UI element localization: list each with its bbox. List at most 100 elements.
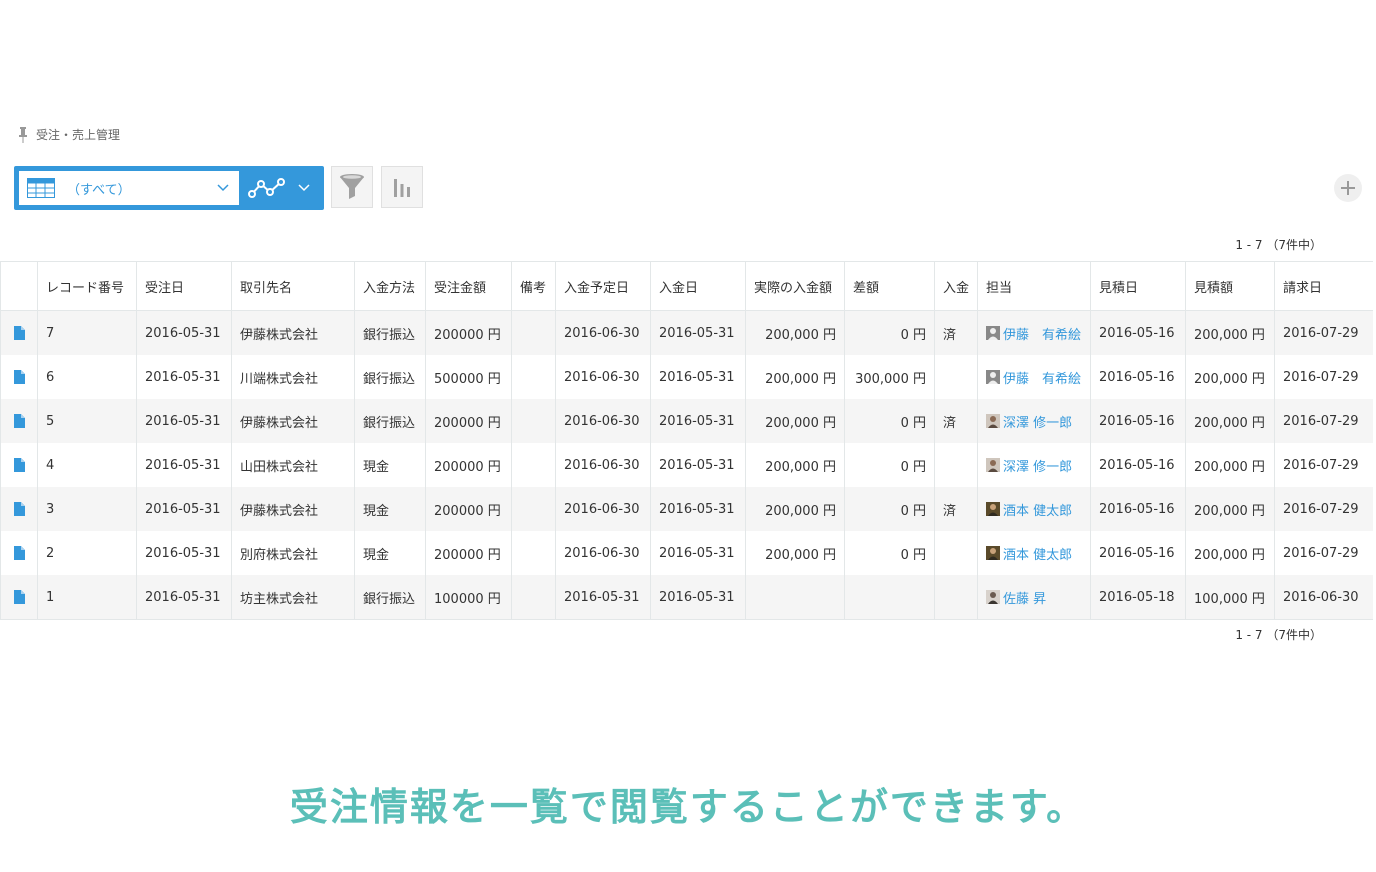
- view-selector: （すべて）: [14, 166, 324, 210]
- record-detail-cell[interactable]: [0, 531, 38, 575]
- pagination-bottom: 1 - 7 （7件中）: [1235, 628, 1322, 642]
- avatar: [986, 546, 1000, 560]
- breadcrumb: 受注・売上管理: [18, 126, 120, 143]
- estimate-amount: 200,000 円: [1185, 355, 1275, 399]
- order-amount: 200000 円: [425, 310, 512, 355]
- column-header[interactable]: 入金日: [650, 261, 746, 311]
- table-header-row: レコード番号 受注日 取引先名 入金方法 受注金額 備考 入金予定日 入金日 実…: [0, 261, 1373, 311]
- estimate-date: 2016-05-16: [1090, 487, 1186, 531]
- note: [511, 531, 556, 575]
- column-header[interactable]: 入金: [934, 261, 978, 311]
- note: [511, 310, 556, 355]
- actual-payment: 200,000 円: [745, 355, 845, 399]
- assignee-cell: 伊藤 有希絵: [977, 310, 1091, 355]
- record-detail-cell[interactable]: [0, 575, 38, 620]
- document-icon[interactable]: [13, 370, 25, 384]
- avatar: [986, 590, 1000, 604]
- invoice-date: 2016-07-29: [1274, 487, 1373, 531]
- actual-payment: 200,000 円: [745, 443, 845, 487]
- payment-status: 済: [934, 399, 978, 443]
- record-detail-cell[interactable]: [0, 310, 38, 355]
- payment-date: 2016-05-31: [650, 487, 746, 531]
- assignee-name: 佐藤 昇: [1003, 591, 1047, 607]
- record-number: 7: [37, 310, 137, 355]
- table-row: 6 2016-05-31 川端株式会社 銀行振込 500000 円 2016-0…: [0, 355, 1373, 399]
- record-detail-cell[interactable]: [0, 399, 38, 443]
- payment-status: [934, 531, 978, 575]
- order-date: 2016-05-31: [136, 487, 232, 531]
- graph-chevron-down-icon[interactable]: [298, 184, 310, 192]
- chevron-down-icon: [217, 184, 229, 192]
- column-header[interactable]: レコード番号: [37, 261, 137, 311]
- document-icon[interactable]: [13, 546, 25, 560]
- assignee-name: 酒本 健太郎: [1003, 547, 1073, 563]
- estimate-amount: 200,000 円: [1185, 310, 1275, 355]
- payment-due-date: 2016-05-31: [555, 575, 651, 620]
- column-header[interactable]: 請求日: [1274, 261, 1373, 311]
- estimate-amount: 100,000 円: [1185, 575, 1275, 620]
- document-icon[interactable]: [13, 414, 25, 428]
- document-icon[interactable]: [13, 502, 25, 516]
- estimate-amount: 200,000 円: [1185, 531, 1275, 575]
- graph-button[interactable]: [381, 166, 423, 208]
- payment-date: 2016-05-31: [650, 355, 746, 399]
- actual-payment: 200,000 円: [745, 487, 845, 531]
- payment-due-date: 2016-06-30: [555, 531, 651, 575]
- column-header[interactable]: 実際の入金額: [745, 261, 845, 311]
- user-link[interactable]: 深澤 修一郎: [986, 412, 1082, 431]
- estimate-date: 2016-05-18: [1090, 575, 1186, 620]
- record-detail-cell[interactable]: [0, 443, 38, 487]
- note: [511, 355, 556, 399]
- column-header[interactable]: 差額: [844, 261, 935, 311]
- assignee-cell: 酒本 健太郎: [977, 531, 1091, 575]
- payment-date: 2016-05-31: [650, 310, 746, 355]
- user-link[interactable]: 佐藤 昇: [986, 588, 1082, 607]
- document-icon[interactable]: [13, 458, 25, 472]
- view-dropdown[interactable]: （すべて）: [19, 171, 239, 205]
- avatar: [986, 370, 1000, 384]
- column-header[interactable]: 受注日: [136, 261, 232, 311]
- document-icon[interactable]: [13, 326, 25, 340]
- difference: 0 円: [844, 399, 935, 443]
- add-record-button[interactable]: [1334, 174, 1362, 202]
- app-name[interactable]: 受注・売上管理: [36, 126, 120, 143]
- assignee-name: 伊藤 有希絵: [1003, 371, 1082, 387]
- estimate-date: 2016-05-16: [1090, 355, 1186, 399]
- column-header[interactable]: 入金方法: [354, 261, 426, 311]
- record-number: 5: [37, 399, 137, 443]
- user-link[interactable]: 伊藤 有希絵: [986, 324, 1082, 343]
- graph-view-icon[interactable]: [248, 177, 286, 199]
- table-view-icon: [27, 178, 55, 198]
- user-link[interactable]: 酒本 健太郎: [986, 500, 1082, 519]
- client-name: 伊藤株式会社: [231, 399, 355, 443]
- view-label: （すべて）: [67, 182, 131, 198]
- assignee-cell: 伊藤 有希絵: [977, 355, 1091, 399]
- order-date: 2016-05-31: [136, 443, 232, 487]
- column-header[interactable]: 入金予定日: [555, 261, 651, 311]
- document-icon[interactable]: [13, 590, 25, 604]
- record-detail-cell[interactable]: [0, 355, 38, 399]
- table-row: 1 2016-05-31 坊主株式会社 銀行振込 100000 円 2016-0…: [0, 575, 1373, 620]
- user-link[interactable]: 伊藤 有希絵: [986, 368, 1082, 387]
- estimate-amount: 200,000 円: [1185, 487, 1275, 531]
- column-header[interactable]: 見積日: [1090, 261, 1186, 311]
- assignee-cell: 佐藤 昇: [977, 575, 1091, 620]
- column-header[interactable]: 担当: [977, 261, 1091, 311]
- column-header[interactable]: 受注金額: [425, 261, 512, 311]
- note: [511, 443, 556, 487]
- column-header[interactable]: 備考: [511, 261, 556, 311]
- filter-button[interactable]: [331, 166, 373, 208]
- pin-icon[interactable]: [18, 126, 28, 143]
- user-link[interactable]: 深澤 修一郎: [986, 456, 1082, 475]
- user-link[interactable]: 酒本 健太郎: [986, 544, 1082, 563]
- invoice-date: 2016-07-29: [1274, 310, 1373, 355]
- payment-status: 済: [934, 487, 978, 531]
- caption: 受注情報を一覧で閲覧することができます。: [289, 785, 1087, 829]
- actual-payment: 200,000 円: [745, 310, 845, 355]
- record-detail-cell[interactable]: [0, 487, 38, 531]
- payment-due-date: 2016-06-30: [555, 399, 651, 443]
- client-name: 別府株式会社: [231, 531, 355, 575]
- column-header[interactable]: 取引先名: [231, 261, 355, 311]
- invoice-date: 2016-06-30: [1274, 575, 1373, 620]
- column-header[interactable]: 見積額: [1185, 261, 1275, 311]
